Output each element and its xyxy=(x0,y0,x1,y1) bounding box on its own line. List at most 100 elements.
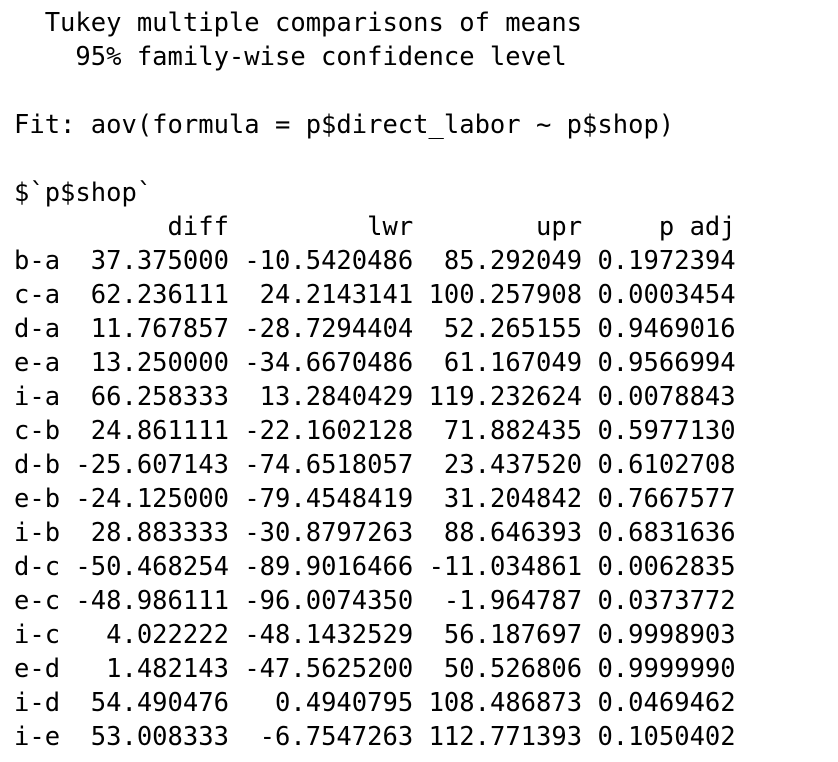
table-cell-p-adj: 0.9998903 xyxy=(597,620,736,650)
confidence-line: 95% family-wise confidence level xyxy=(14,42,567,72)
table-cell-upr: 100.257908 xyxy=(428,280,583,310)
table-cell-upr: 71.882435 xyxy=(428,416,583,446)
table-row: e-c -48.986111 -96.0074350 -1.964787 0.0… xyxy=(14,584,736,618)
row-label: i-b xyxy=(14,518,61,548)
table-cell-p-adj: 0.0469462 xyxy=(597,688,736,718)
table-row: e-a 13.250000 -34.6670486 61.167049 0.95… xyxy=(14,346,736,380)
row-label: i-d xyxy=(14,688,61,718)
column-header: lwr xyxy=(244,212,414,242)
table-row: d-a 11.767857 -28.7294404 52.265155 0.94… xyxy=(14,312,736,346)
table-cell-diff: 11.767857 xyxy=(75,314,229,344)
table-cell-diff: 1.482143 xyxy=(75,654,229,684)
row-label: d-b xyxy=(14,450,61,480)
table-cell-p-adj: 0.9469016 xyxy=(597,314,736,344)
column-header: upr xyxy=(428,212,583,242)
table-cell-p-adj: 0.1972394 xyxy=(597,246,736,276)
row-label: i-c xyxy=(14,620,61,650)
table-cell-diff: 13.250000 xyxy=(75,348,229,378)
table-cell-p-adj: 0.7667577 xyxy=(597,484,736,514)
table-cell-p-adj: 0.9999990 xyxy=(597,654,736,684)
table-cell-diff: 54.490476 xyxy=(75,688,229,718)
table-cell-lwr: 24.2143141 xyxy=(244,280,414,310)
table-cell-upr: 56.187697 xyxy=(428,620,583,650)
table-cell-upr: 61.167049 xyxy=(428,348,583,378)
table-cell-lwr: -79.4548419 xyxy=(244,484,414,514)
table-cell-p-adj: 0.0373772 xyxy=(597,586,736,616)
console-output: Tukey multiple comparisons of means 95% … xyxy=(14,6,736,754)
table-cell-diff: 62.236111 xyxy=(75,280,229,310)
row-label: c-b xyxy=(14,416,61,446)
table-cell-upr: 50.526806 xyxy=(428,654,583,684)
table-row: b-a 37.375000 -10.5420486 85.292049 0.19… xyxy=(14,244,736,278)
row-label: c-a xyxy=(14,280,61,310)
column-header: diff xyxy=(75,212,229,242)
table-row: c-a 62.236111 24.2143141 100.257908 0.00… xyxy=(14,278,736,312)
table-cell-diff: 53.008333 xyxy=(75,722,229,752)
table-cell-upr: 119.232624 xyxy=(428,382,583,412)
table-cell-upr: 31.204842 xyxy=(428,484,583,514)
table-cell-lwr: 13.2840429 xyxy=(244,382,414,412)
table-cell-lwr: 0.4940795 xyxy=(244,688,414,718)
row-label: d-a xyxy=(14,314,61,344)
table-cell-diff: -48.986111 xyxy=(75,586,229,616)
table-cell-diff: -25.607143 xyxy=(75,450,229,480)
column-header: p adj xyxy=(597,212,736,242)
row-label: i-e xyxy=(14,722,61,752)
term-line: $`p$shop` xyxy=(14,178,153,208)
table-cell-diff: -50.468254 xyxy=(75,552,229,582)
table-cell-upr: -1.964787 xyxy=(428,586,583,616)
table-cell-lwr: -34.6670486 xyxy=(244,348,414,378)
table-cell-lwr: -89.9016466 xyxy=(244,552,414,582)
row-label: e-b xyxy=(14,484,61,514)
title-line: Tukey multiple comparisons of means xyxy=(14,8,583,38)
table-cell-p-adj: 0.0003454 xyxy=(597,280,736,310)
table-cell-diff: 4.022222 xyxy=(75,620,229,650)
table-cell-lwr: -30.8797263 xyxy=(244,518,414,548)
table-cell-p-adj: 0.0078843 xyxy=(597,382,736,412)
table-cell-lwr: -10.5420486 xyxy=(244,246,414,276)
row-label: e-a xyxy=(14,348,61,378)
fit-line: Fit: aov(formula = p$direct_labor ~ p$sh… xyxy=(14,110,675,140)
table-cell-p-adj: 0.5977130 xyxy=(597,416,736,446)
table-cell-upr: 52.265155 xyxy=(428,314,583,344)
table-cell-lwr: -96.0074350 xyxy=(244,586,414,616)
table-cell-upr: 23.437520 xyxy=(428,450,583,480)
table-cell-upr: -11.034861 xyxy=(428,552,583,582)
table-cell-diff: 66.258333 xyxy=(75,382,229,412)
table-cell-upr: 88.646393 xyxy=(428,518,583,548)
table-cell-upr: 112.771393 xyxy=(428,722,583,752)
table-row: i-d 54.490476 0.4940795 108.486873 0.046… xyxy=(14,686,736,720)
table-cell-upr: 85.292049 xyxy=(428,246,583,276)
table-row: i-a 66.258333 13.2840429 119.232624 0.00… xyxy=(14,380,736,414)
table-cell-lwr: -74.6518057 xyxy=(244,450,414,480)
row-label: d-c xyxy=(14,552,61,582)
row-label: e-d xyxy=(14,654,61,684)
table-row: d-c -50.468254 -89.9016466 -11.034861 0.… xyxy=(14,550,736,584)
table-row: i-b 28.883333 -30.8797263 88.646393 0.68… xyxy=(14,516,736,550)
row-label: b-a xyxy=(14,246,61,276)
table-header: diff lwr upr p adj xyxy=(14,210,736,244)
table-body: b-a 37.375000 -10.5420486 85.292049 0.19… xyxy=(14,244,736,754)
table-row: i-c 4.022222 -48.1432529 56.187697 0.999… xyxy=(14,618,736,652)
table-row: e-b -24.125000 -79.4548419 31.204842 0.7… xyxy=(14,482,736,516)
table-cell-diff: 28.883333 xyxy=(75,518,229,548)
table-cell-lwr: -48.1432529 xyxy=(244,620,414,650)
table-cell-p-adj: 0.6831636 xyxy=(597,518,736,548)
table-cell-upr: 108.486873 xyxy=(428,688,583,718)
table-cell-p-adj: 0.9566994 xyxy=(597,348,736,378)
table-cell-lwr: -47.5625200 xyxy=(244,654,414,684)
table-cell-lwr: -28.7294404 xyxy=(244,314,414,344)
table-cell-lwr: -6.7547263 xyxy=(244,722,414,752)
table-row: e-d 1.482143 -47.5625200 50.526806 0.999… xyxy=(14,652,736,686)
table-cell-diff: -24.125000 xyxy=(75,484,229,514)
table-row: d-b -25.607143 -74.6518057 23.437520 0.6… xyxy=(14,448,736,482)
table-cell-diff: 24.861111 xyxy=(75,416,229,446)
table-cell-diff: 37.375000 xyxy=(75,246,229,276)
table-cell-lwr: -22.1602128 xyxy=(244,416,414,446)
table-row: c-b 24.861111 -22.1602128 71.882435 0.59… xyxy=(14,414,736,448)
table-row: i-e 53.008333 -6.7547263 112.771393 0.10… xyxy=(14,720,736,754)
row-label: e-c xyxy=(14,586,61,616)
table-cell-p-adj: 0.1050402 xyxy=(597,722,736,752)
